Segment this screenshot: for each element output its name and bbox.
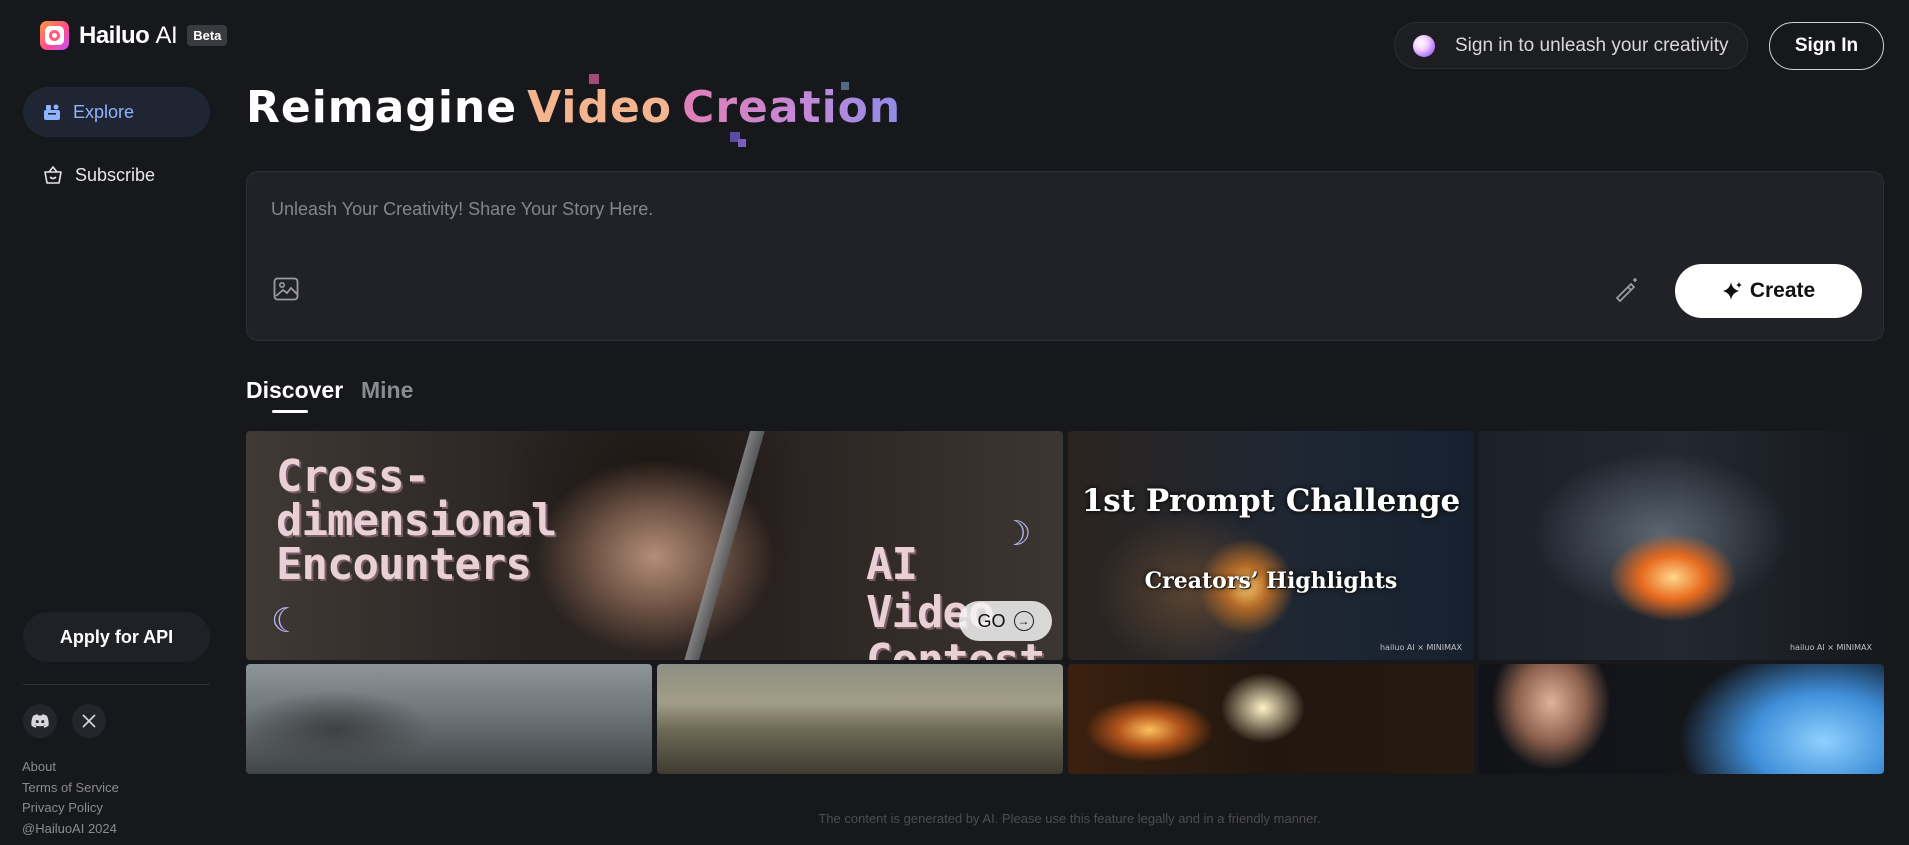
- prompt-enhance-button[interactable]: [1612, 275, 1640, 308]
- discord-icon: [31, 714, 49, 728]
- prompt-challenge-card[interactable]: 1st Prompt Challenge Creators’ Highlight…: [1068, 431, 1474, 660]
- decorative-pixel: [589, 74, 599, 84]
- explore-icon: [44, 104, 60, 120]
- x-icon: [82, 714, 96, 728]
- sparkle-icon: [1722, 282, 1742, 300]
- watermark: hailuo AI × MINIMAX: [1789, 643, 1872, 652]
- footer-links: About Terms of Service Privacy Policy @H…: [22, 757, 119, 839]
- watermark: hailuo AI × MINIMAX: [1379, 643, 1462, 652]
- go-button[interactable]: GO →: [959, 601, 1052, 641]
- signin-prompt-text: Sign in to unleash your creativity: [1455, 34, 1729, 56]
- tab-mine[interactable]: Mine: [361, 377, 413, 404]
- signin-prompt-banner[interactable]: Sign in to unleash your creativity: [1394, 22, 1748, 69]
- terms-of-service-link[interactable]: Terms of Service: [22, 778, 119, 799]
- active-tab-indicator: [272, 410, 308, 413]
- brand-name: Hailuo AI: [79, 21, 178, 49]
- arrow-right-icon: →: [1013, 611, 1034, 631]
- create-button-label: Create: [1749, 279, 1816, 302]
- basket-icon: [44, 166, 62, 184]
- video-thumbnail[interactable]: hailuo AI × MINIMAX: [1478, 431, 1884, 660]
- tab-discover[interactable]: Discover: [246, 377, 343, 404]
- sidebar-item-label: Explore: [73, 101, 135, 122]
- sidebar-divider: [23, 684, 210, 685]
- crescent-icon: ☽: [1001, 515, 1032, 553]
- sparkle-orb-icon: [1413, 34, 1435, 57]
- discord-link[interactable]: [23, 704, 57, 738]
- magic-wand-icon: [1616, 278, 1637, 302]
- prompt-box: Create: [246, 171, 1884, 341]
- video-thumbnail[interactable]: [246, 664, 652, 774]
- go-label: GO: [977, 610, 1006, 631]
- challenge-subtitle: Creators’ Highlights: [1144, 568, 1398, 594]
- sidebar: Hailuo AI Beta Explore Subscribe Apply f…: [0, 0, 230, 845]
- ai-disclaimer: The content is generated by AI. Please u…: [818, 811, 1321, 826]
- hailuo-logo-icon: [40, 21, 69, 50]
- challenge-title: 1st Prompt Challenge: [1081, 483, 1461, 519]
- page-title: Reimagine Video Creation: [246, 82, 902, 133]
- sidebar-item-label: Subscribe: [75, 164, 156, 185]
- story-prompt-input[interactable]: [271, 194, 1471, 224]
- video-thumbnail[interactable]: [1068, 664, 1474, 774]
- sidebar-item-subscribe[interactable]: Subscribe: [23, 150, 210, 200]
- brand-logo[interactable]: Hailuo AI Beta: [40, 21, 228, 50]
- apply-for-api-button[interactable]: Apply for API: [23, 612, 210, 662]
- crescent-icon: ☾: [271, 602, 302, 640]
- video-thumbnail[interactable]: [1478, 664, 1884, 774]
- image-icon: [273, 277, 299, 301]
- create-button[interactable]: Create: [1675, 264, 1862, 318]
- x-link[interactable]: [72, 704, 106, 738]
- decorative-pixel: [841, 82, 849, 90]
- contest-banner[interactable]: Cross- dimensional Encounters AI Video C…: [246, 431, 1063, 660]
- image-upload-button[interactable]: [272, 275, 300, 308]
- sword-graphic: [680, 431, 766, 660]
- sign-in-button[interactable]: Sign In: [1769, 22, 1884, 70]
- beta-badge: Beta: [187, 25, 228, 46]
- sidebar-item-explore[interactable]: Explore: [23, 87, 210, 137]
- video-thumbnail[interactable]: [657, 664, 1063, 774]
- banner-title-left: Cross- dimensional Encounters: [276, 451, 557, 590]
- decorative-pixel: [738, 139, 746, 147]
- about-link[interactable]: About: [22, 757, 119, 778]
